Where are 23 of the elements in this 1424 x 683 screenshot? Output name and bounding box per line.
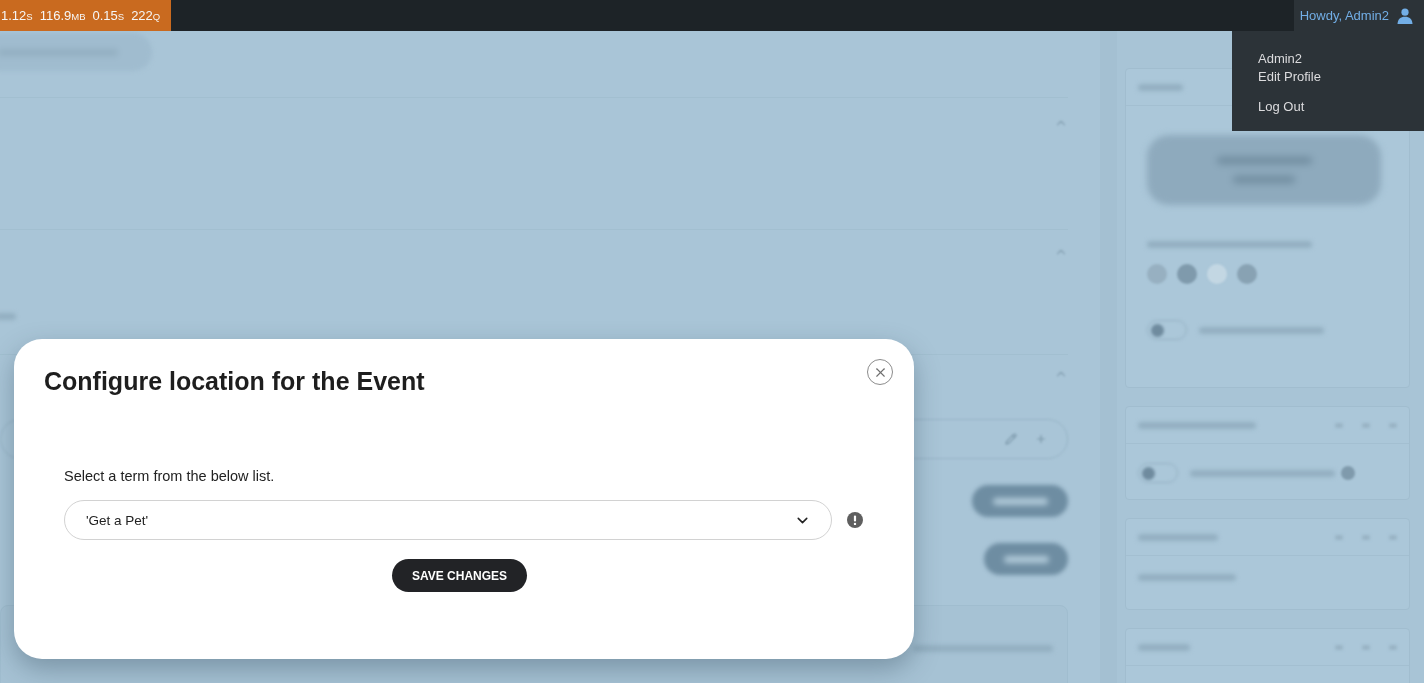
blurred-dot-icon: [1341, 466, 1355, 480]
performance-stats-link[interactable]: 1.12S 116.9MB 0.15S 222Q: [0, 0, 171, 31]
pencil-icon: [1005, 433, 1017, 445]
blurred-dot-icon: [1237, 264, 1257, 284]
account-menu-button[interactable]: Howdy, Admin2: [1293, 0, 1424, 31]
blurred-text: [992, 497, 1048, 505]
blurred-button[interactable]: [984, 543, 1068, 575]
blurred-button[interactable]: [972, 485, 1068, 517]
save-changes-button[interactable]: SAVE CHANGES: [391, 559, 528, 592]
modal-title: Configure location for the Event: [44, 366, 425, 396]
blurred-text: [1003, 555, 1049, 563]
blurred-dot-icon: [1147, 264, 1167, 284]
menu-item[interactable]: Edit Profile: [1258, 68, 1321, 86]
menu-item[interactable]: Admin2: [1258, 50, 1303, 68]
term-select[interactable]: 'Get a Pet': [64, 500, 832, 540]
plus-icon: [1035, 433, 1047, 445]
blurred-dot-icon: [1177, 264, 1197, 284]
blurred-dot-icon: [1207, 264, 1227, 284]
prompt-text: Select a term from the below list.: [64, 468, 275, 485]
info-icon: [847, 512, 863, 528]
user-icon: [1397, 7, 1413, 24]
close-button[interactable]: [867, 359, 893, 385]
menu-item[interactable]: Log Out: [1258, 98, 1305, 116]
